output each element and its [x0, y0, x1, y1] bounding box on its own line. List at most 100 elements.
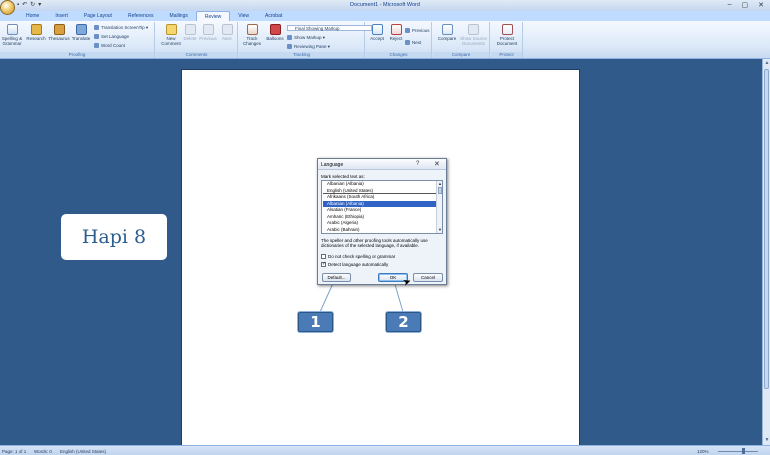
office-button[interactable]: [0, 0, 15, 15]
cancel-button[interactable]: Cancel: [413, 273, 443, 282]
track-changes-button[interactable]: Track Changes: [240, 24, 264, 46]
next-comment-icon: [221, 24, 233, 35]
tracking-group-label: Tracking: [239, 52, 364, 58]
tab-home[interactable]: Home: [18, 11, 47, 21]
no-check-checkbox[interactable]: [321, 254, 326, 259]
compare-group: Compare Show Source Documents Compare: [433, 22, 490, 58]
set-language-icon: [94, 34, 99, 39]
callout-marker-1: 1: [298, 312, 333, 332]
translation-screentip-button[interactable]: Translation ScreenTip ▾: [94, 25, 148, 30]
reject-button[interactable]: Reject: [387, 24, 405, 41]
no-check-spelling-option[interactable]: Do not check spelling or grammar: [321, 254, 395, 259]
list-scroll-down-icon[interactable]: ▼: [437, 227, 442, 232]
set-language-button[interactable]: Set Language: [94, 34, 129, 39]
page-count[interactable]: Page: 1 of 1: [2, 449, 26, 454]
tab-view[interactable]: View: [230, 11, 257, 21]
previous-comment-icon: [202, 24, 214, 35]
status-bar: Page: 1 of 1 Words: 0 English (United St…: [0, 445, 770, 455]
protect-group: Protect Document Protect: [491, 22, 523, 58]
research-icon: [30, 24, 42, 35]
research-button[interactable]: Research: [26, 24, 46, 41]
ribbon-tabs: Home Insert Page Layout References Maili…: [0, 11, 770, 21]
list-scroll-up-icon[interactable]: ▲: [437, 181, 442, 186]
previous-comment-button[interactable]: Previous: [198, 24, 218, 41]
translate-icon: [75, 24, 87, 35]
scroll-down-icon[interactable]: ▼: [763, 437, 770, 443]
changes-group: Accept Reject Previous Next Changes: [366, 22, 432, 58]
step-badge-text: Hapi 8: [81, 226, 147, 248]
next-comment-button[interactable]: Next: [219, 24, 235, 41]
reject-icon: [390, 24, 402, 35]
compare-icon: [441, 24, 453, 35]
word-count-icon: [94, 43, 99, 48]
close-icon[interactable]: ✕: [434, 160, 440, 168]
title-bar: ▪ ↶ ↻ ▾ Document1 - Microsoft Word – ▢ ✕: [0, 0, 770, 11]
next-change-icon: [405, 40, 410, 45]
thesaurus-icon: [53, 24, 65, 35]
scroll-thumb[interactable]: [764, 69, 769, 389]
proofing-group-label: Proofing: [0, 52, 154, 58]
window-controls: – ▢ ✕: [728, 1, 764, 9]
detect-language-option[interactable]: ✓ Detect language automatically: [321, 262, 388, 267]
track-changes-icon: [246, 24, 258, 35]
list-item[interactable]: Arabic (Bahrain): [323, 227, 439, 234]
compare-button[interactable]: Compare: [435, 24, 459, 41]
balloons-button[interactable]: Balloons: [265, 24, 285, 41]
zoom-level[interactable]: 120%: [697, 449, 709, 454]
protect-document-icon: [501, 24, 513, 35]
tab-page-layout[interactable]: Page Layout: [76, 11, 120, 21]
maximize-icon[interactable]: ▢: [742, 1, 749, 9]
delete-comment-button[interactable]: Delete: [182, 24, 198, 41]
close-icon[interactable]: ✕: [758, 1, 764, 9]
tab-references[interactable]: References: [120, 11, 162, 21]
scroll-up-icon[interactable]: ▲: [763, 60, 770, 66]
previous-change-button[interactable]: Previous: [405, 28, 430, 33]
proofing-group: Spelling & Grammar Research Thesaurus Tr…: [0, 22, 155, 58]
spelling-grammar-button[interactable]: Spelling & Grammar: [1, 24, 23, 46]
language-dialog: Language ? ✕ Mark selected text as: Alba…: [317, 158, 447, 285]
accept-button[interactable]: Accept: [368, 24, 386, 41]
changes-group-label: Changes: [366, 52, 431, 58]
window-title: Document1 - Microsoft Word: [350, 2, 420, 8]
reviewing-pane-button[interactable]: Reviewing Pane ▾: [287, 44, 330, 49]
minimize-icon[interactable]: –: [728, 1, 732, 9]
default-button[interactable]: Default...: [322, 273, 351, 282]
protect-group-label: Protect: [491, 52, 522, 58]
word-count-button[interactable]: Word Count: [94, 43, 125, 48]
show-markup-button[interactable]: Show Markup ▾: [287, 35, 325, 40]
dialog-title-bar: Language ? ✕: [318, 159, 446, 170]
list-scroll-thumb[interactable]: [438, 187, 442, 194]
tab-mailings[interactable]: Mailings: [162, 11, 196, 21]
delete-comment-icon: [184, 24, 196, 35]
protect-document-button[interactable]: Protect Document: [493, 24, 521, 46]
reviewing-pane-icon: [287, 44, 292, 49]
thesaurus-button[interactable]: Thesaurus: [48, 24, 70, 41]
language-status[interactable]: English (United States): [60, 449, 106, 454]
tab-review[interactable]: Review: [195, 11, 231, 21]
translate-button[interactable]: Translate: [71, 24, 91, 41]
display-for-review-combo[interactable]: Final Showing Markup: [287, 25, 372, 31]
tracking-group: Track Changes Balloons Final Showing Mar…: [239, 22, 372, 58]
proofing-info-text: The speller and other proofing tools aut…: [321, 238, 428, 248]
new-comment-button[interactable]: New Comment: [160, 24, 182, 46]
vertical-scrollbar[interactable]: ▲ ▼: [762, 59, 770, 445]
help-icon[interactable]: ?: [416, 161, 419, 167]
show-source-documents-button[interactable]: Show Source Documents: [459, 24, 488, 46]
spelling-icon: [6, 24, 18, 35]
comments-group-label: Comments: [156, 52, 237, 58]
detect-language-checkbox[interactable]: ✓: [321, 262, 326, 267]
next-change-button[interactable]: Next: [405, 40, 421, 45]
language-list[interactable]: Albanian (Albania) English (United State…: [321, 180, 443, 234]
mark-selected-label: Mark selected text as:: [321, 174, 365, 179]
tab-acrobat[interactable]: Acrobat: [257, 11, 290, 21]
zoom-slider[interactable]: [718, 451, 758, 452]
zoom-slider-knob[interactable]: [742, 448, 745, 454]
word-count[interactable]: Words: 0: [34, 449, 52, 454]
show-source-icon: [468, 24, 479, 35]
balloons-icon: [269, 24, 281, 35]
tab-insert[interactable]: Insert: [47, 11, 76, 21]
previous-change-icon: [405, 28, 410, 33]
language-list-scrollbar[interactable]: ▲ ▼: [436, 181, 442, 233]
step-badge: Hapi 8: [63, 216, 165, 258]
show-markup-icon: [287, 35, 292, 40]
